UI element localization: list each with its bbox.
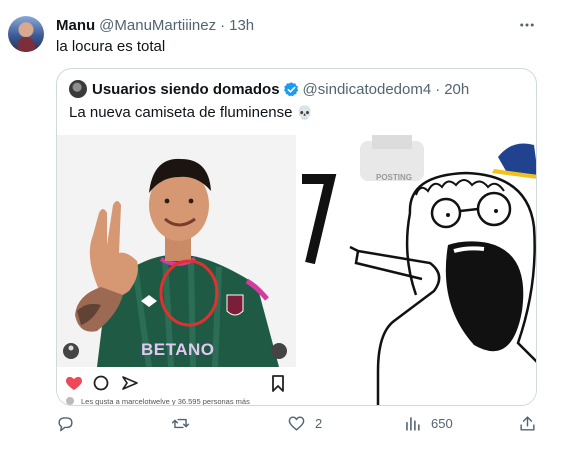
- instagram-likes-text: Les gusta a marcelotwelve y 36.595 perso…: [81, 397, 250, 406]
- quoted-text-body: La nueva camiseta de fluminense: [69, 104, 293, 121]
- quoted-separator-dot: ·: [435, 80, 441, 98]
- verified-badge-icon: [283, 81, 298, 96]
- quoted-tweet[interactable]: Usuarios siendo domados @sindicatodedom4…: [56, 68, 537, 406]
- stamp-text: POSTING: [376, 173, 413, 182]
- avatar[interactable]: [8, 16, 44, 52]
- skull-emoji: 💀: [296, 105, 313, 120]
- quoted-timestamp: 20h: [444, 80, 470, 98]
- user-handle[interactable]: @ManuMartiiinez: [99, 17, 216, 34]
- meme-drawing: [302, 135, 536, 405]
- reply-icon: [58, 417, 73, 432]
- quoted-avatar: [69, 80, 87, 98]
- share-button[interactable]: [518, 414, 537, 433]
- display-name[interactable]: Manu: [56, 17, 95, 34]
- views-button[interactable]: 650: [403, 414, 453, 433]
- timestamp[interactable]: 13h: [229, 17, 254, 34]
- sponsor-logo: BETANO: [141, 340, 215, 359]
- tweet-text: la locura es total: [56, 38, 166, 55]
- quoted-tweet-header: Usuarios siendo domados @sindicatodedom4…: [69, 79, 469, 99]
- reply-button[interactable]: [56, 414, 84, 433]
- quoted-display-name: Usuarios siendo domados: [92, 80, 280, 98]
- tweet-header: Manu @ManuMartiiinez · 13h: [56, 15, 254, 35]
- tweet: Manu @ManuMartiiinez · 13h la locura es …: [0, 0, 563, 470]
- like-button[interactable]: 2: [287, 414, 322, 433]
- tweet-actions: 2 650: [56, 414, 541, 436]
- quoted-handle: @sindicatodedom4: [302, 80, 432, 98]
- views-icon: [406, 417, 420, 431]
- like-icon: [288, 416, 305, 431]
- retweet-icon: [171, 418, 190, 429]
- retweet-button[interactable]: [171, 414, 199, 433]
- quoted-text: La nueva camiseta de fluminense 💀: [69, 103, 313, 123]
- more-icon[interactable]: [517, 16, 537, 34]
- quoted-image-left[interactable]: BETANO Les gusta a marcelotwelve y 36.59…: [57, 135, 296, 406]
- quoted-image-right[interactable]: POSTING: [298, 135, 536, 405]
- share-icon: [520, 416, 535, 431]
- like-count: 2: [315, 416, 323, 431]
- player-photo: [57, 135, 296, 405]
- separator-dot: ·: [220, 16, 226, 34]
- views-count: 650: [431, 416, 453, 431]
